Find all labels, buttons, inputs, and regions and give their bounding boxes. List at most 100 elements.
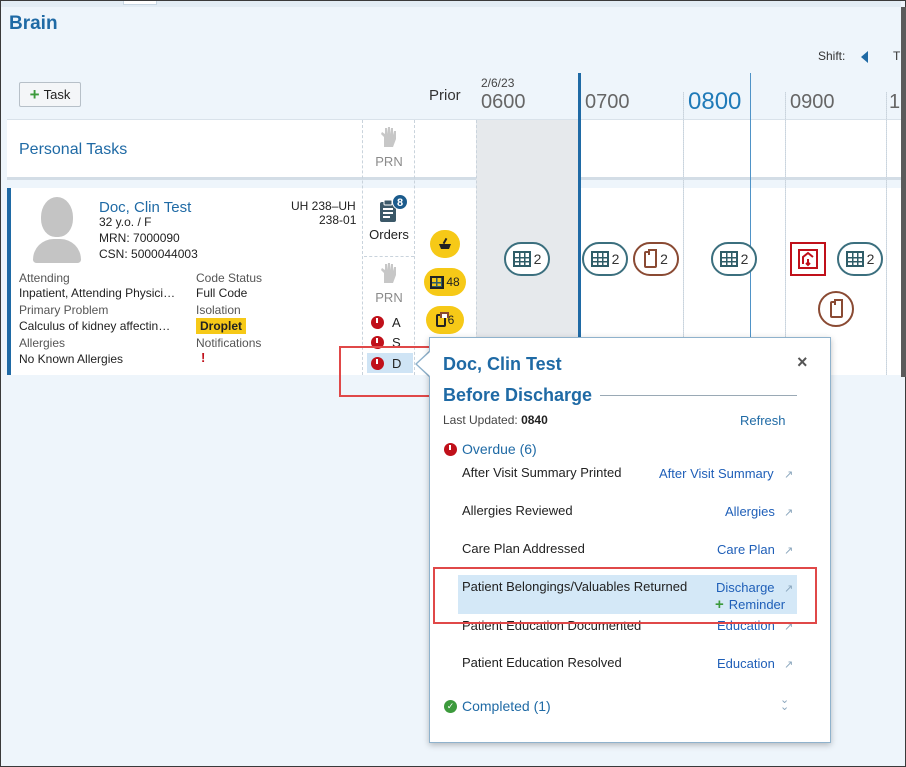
hand-icon bbox=[381, 263, 396, 283]
attending-label: Attending bbox=[19, 271, 70, 285]
code-status-value: Full Code bbox=[196, 286, 248, 300]
checklist-item[interactable]: Patient Education Resolved bbox=[462, 655, 622, 670]
flowsheet-grid-icon bbox=[719, 251, 738, 267]
prior-clipboard-count: 6 bbox=[447, 313, 455, 327]
attending-value: Inpatient, Attending Physici… bbox=[19, 286, 176, 300]
isolation-badge: Droplet bbox=[196, 318, 246, 334]
flowsheet-grid-icon bbox=[430, 275, 445, 289]
overdue-clock-icon bbox=[444, 442, 457, 456]
patient-prn-button[interactable]: PRN bbox=[364, 256, 414, 306]
patient-csn: CSN: 5000044003 bbox=[99, 247, 198, 261]
active-tab-marker[interactable] bbox=[123, 1, 157, 5]
code-status-label: Code Status bbox=[196, 271, 263, 285]
hour-gridline bbox=[683, 92, 684, 375]
popup-pointer-inner bbox=[417, 352, 430, 376]
column-separator bbox=[362, 120, 363, 375]
shift-prev-icon[interactable] bbox=[861, 51, 868, 63]
prior-med-icon[interactable] bbox=[430, 230, 460, 258]
last-updated: Last Updated: 0840 bbox=[443, 413, 548, 427]
mrn-label: MRN: bbox=[99, 231, 130, 245]
patient-room-line2: 238-01 bbox=[319, 213, 357, 227]
task-count: 2 bbox=[611, 251, 620, 267]
patient-avatar bbox=[33, 197, 81, 265]
add-task-button[interactable]: + Task bbox=[19, 82, 81, 107]
patient-transfer-icon bbox=[798, 249, 818, 269]
task-count: 2 bbox=[533, 251, 542, 267]
orders-label: Orders bbox=[369, 227, 409, 242]
prn-label: PRN bbox=[375, 290, 403, 305]
hour-0900: 0900 bbox=[790, 91, 835, 113]
plus-icon: + bbox=[29, 85, 40, 104]
task-count: 2 bbox=[740, 251, 749, 267]
completed-label: Completed (1) bbox=[462, 698, 551, 714]
primary-problem-label: Primary Problem bbox=[19, 303, 109, 317]
checklist-item[interactable]: After Visit Summary Printed bbox=[462, 465, 621, 480]
checklist-admission[interactable]: A bbox=[367, 312, 413, 332]
prior-flowsheet-count: 48 bbox=[446, 275, 460, 289]
hand-icon bbox=[381, 127, 396, 147]
popup-divider bbox=[600, 395, 797, 396]
notifications-label: Notifications bbox=[196, 336, 262, 350]
now-line bbox=[578, 73, 581, 375]
mortar-pestle-icon bbox=[439, 237, 451, 249]
allergies-link[interactable]: Allergies bbox=[725, 504, 775, 519]
clipboard-icon bbox=[644, 248, 658, 268]
hour-next: 1 bbox=[889, 91, 901, 113]
shift-label: Shift: bbox=[818, 49, 846, 63]
shift-next-label: T bbox=[893, 49, 901, 63]
patient-age-sex: 32 y.o. / F bbox=[99, 215, 152, 229]
external-link-icon: ↗ bbox=[784, 659, 794, 671]
refresh-link[interactable]: Refresh bbox=[740, 413, 786, 428]
highlight-box-belongings-row bbox=[433, 567, 817, 624]
overdue-section-toggle[interactable]: Overdue (6) bbox=[444, 441, 537, 457]
after-visit-summary-link[interactable]: After Visit Summary bbox=[659, 466, 774, 481]
clipboard-icon bbox=[435, 311, 449, 327]
care-plan-link[interactable]: Care Plan bbox=[717, 542, 775, 557]
prior-flowsheet-icon[interactable]: 48 bbox=[424, 268, 466, 296]
expand-chevron-icon[interactable]: ⌄ ⌄ bbox=[780, 694, 789, 712]
completed-section-toggle[interactable]: ✓ Completed (1) bbox=[444, 698, 551, 714]
notification-alert-icon[interactable]: ! bbox=[201, 350, 205, 365]
task-clipboard-icon[interactable] bbox=[818, 291, 854, 327]
page-title: Brain bbox=[9, 13, 58, 34]
allergies-value: No Known Allergies bbox=[19, 352, 124, 366]
overdue-label: Overdue (6) bbox=[462, 441, 537, 457]
education-link[interactable]: Education bbox=[717, 656, 775, 671]
task-flowsheet-icon[interactable]: 2 bbox=[582, 242, 628, 276]
add-task-label: Task bbox=[43, 87, 71, 102]
last-updated-value: 0840 bbox=[521, 413, 548, 427]
prior-clipboard-icon[interactable]: 6 bbox=[426, 306, 464, 334]
external-link-icon: ↗ bbox=[784, 545, 794, 557]
personal-tasks-label[interactable]: Personal Tasks bbox=[19, 141, 127, 159]
timeline-date: 2/6/23 bbox=[481, 76, 515, 90]
patient-mrn: MRN: 7000090 bbox=[99, 231, 180, 245]
check-icon: ✓ bbox=[444, 699, 457, 713]
checklist-item[interactable]: Care Plan Addressed bbox=[462, 541, 585, 556]
mrn-value: 7000090 bbox=[133, 231, 180, 245]
task-alert-box-icon[interactable] bbox=[790, 242, 826, 276]
hour-0800-current: 0800 bbox=[688, 88, 742, 115]
personal-prn-button[interactable]: PRN bbox=[364, 125, 414, 175]
personal-tasks-row bbox=[7, 119, 901, 180]
patient-room-line1: UH 238–UH bbox=[291, 199, 356, 213]
task-clipboard-icon[interactable]: 2 bbox=[633, 242, 679, 276]
flowsheet-grid-icon bbox=[512, 251, 531, 267]
task-flowsheet-icon[interactable]: 2 bbox=[837, 242, 883, 276]
task-flowsheet-icon[interactable]: 2 bbox=[711, 242, 757, 276]
patient-name-link[interactable]: Doc, Clin Test bbox=[99, 199, 191, 216]
csn-value: 5000044003 bbox=[131, 247, 198, 261]
task-flowsheet-icon[interactable]: 2 bbox=[504, 242, 550, 276]
task-count: 2 bbox=[660, 251, 668, 267]
orders-button[interactable]: 8 Orders bbox=[364, 194, 414, 244]
hour-0700: 0700 bbox=[585, 91, 630, 113]
column-separator bbox=[414, 120, 415, 375]
popup-subtitle: Before Discharge bbox=[443, 385, 593, 405]
right-edge-bar bbox=[901, 7, 906, 377]
checklist-item[interactable]: Allergies Reviewed bbox=[462, 503, 573, 518]
top-tab-strip bbox=[1, 1, 901, 7]
primary-problem-value: Calculus of kidney affectin… bbox=[19, 319, 171, 333]
allergies-label: Allergies bbox=[19, 336, 66, 350]
close-icon[interactable]: × bbox=[797, 352, 808, 373]
prior-column-header: Prior bbox=[429, 87, 461, 104]
overdue-clock-icon bbox=[371, 315, 384, 329]
